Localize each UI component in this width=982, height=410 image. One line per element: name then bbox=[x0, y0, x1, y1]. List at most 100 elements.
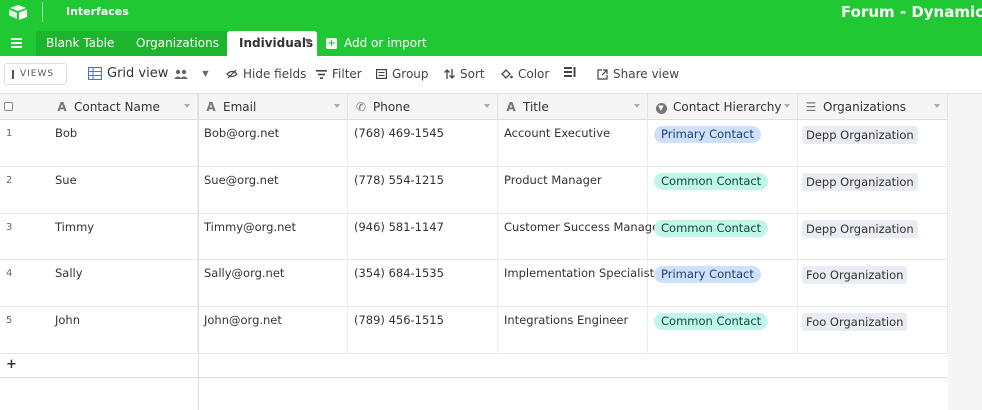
cell-hierarchy[interactable]: Primary Contact bbox=[648, 260, 798, 308]
cell-text: Sally bbox=[55, 266, 83, 281]
cell-phone[interactable]: (789) 456-1515 bbox=[348, 307, 498, 354]
collaborators-icon bbox=[174, 69, 189, 79]
linked-record-icon: ☰ bbox=[805, 99, 817, 114]
cell-title[interactable]: Account Executive bbox=[498, 120, 648, 167]
grid-view-selector[interactable]: Grid view ▼ bbox=[88, 66, 209, 81]
chevron-down-icon[interactable] bbox=[334, 104, 340, 108]
filter-label: Filter bbox=[332, 67, 362, 81]
grid-empty-area bbox=[948, 94, 982, 410]
divider bbox=[42, 2, 43, 22]
cell-title[interactable]: Product Manager bbox=[498, 166, 648, 214]
base-title[interactable]: Forum - Dynamic Sin bbox=[841, 3, 982, 21]
cell-hierarchy[interactable]: Common Contact bbox=[648, 307, 798, 354]
top-bar: Interfaces Forum - Dynamic Sin Blank Tab… bbox=[0, 0, 982, 56]
cell-email[interactable]: John@org.net bbox=[198, 307, 348, 354]
header-contact-name[interactable]: A Contact Name bbox=[0, 94, 198, 120]
hide-fields-button[interactable]: Hide fields bbox=[226, 67, 306, 81]
add-or-import-label: Add or import bbox=[344, 36, 427, 50]
cell-name[interactable]: Bob bbox=[0, 120, 198, 167]
cell-name[interactable]: Sue bbox=[0, 166, 198, 214]
airtable-logo-icon[interactable] bbox=[8, 4, 28, 20]
color-button[interactable]: Color bbox=[501, 67, 549, 81]
tab-individuals[interactable]: Individuals bbox=[227, 31, 317, 56]
cell-hierarchy[interactable]: Common Contact bbox=[648, 213, 798, 261]
column-header-label: Contact Hierarchy bbox=[673, 99, 782, 114]
color-label: Color bbox=[518, 67, 550, 81]
chevron-down-icon[interactable] bbox=[484, 104, 490, 108]
cell-email[interactable]: Sally@org.net bbox=[198, 260, 348, 308]
cell-org[interactable]: Depp Organization bbox=[798, 166, 948, 214]
chevron-down-icon[interactable]: ▼ bbox=[305, 37, 311, 46]
cell-name[interactable]: John bbox=[0, 307, 198, 354]
add-row-button[interactable]: + bbox=[0, 354, 948, 378]
column-header-label: Email bbox=[223, 99, 257, 114]
header-contact-hierarchy[interactable]: ▼ Contact Hierarchy bbox=[648, 94, 798, 120]
cell-org[interactable]: Depp Organization bbox=[798, 120, 948, 167]
interfaces-link[interactable]: Interfaces bbox=[66, 5, 129, 18]
filter-button[interactable]: Filter bbox=[316, 67, 362, 81]
tab-blank-table[interactable]: Blank Table bbox=[36, 31, 125, 56]
header-email[interactable]: A Email bbox=[198, 94, 348, 120]
cell-text: (768) 469-1545 bbox=[354, 126, 444, 140]
cell-hierarchy[interactable]: Common Contact bbox=[648, 166, 798, 214]
header-title[interactable]: A Title bbox=[498, 94, 648, 120]
cell-text: Implementation Specialist bbox=[504, 266, 655, 281]
cell-text: Bob@org.net bbox=[204, 126, 280, 140]
header-phone[interactable]: ✆ Phone bbox=[348, 94, 498, 120]
cell-org[interactable]: Depp Organization bbox=[798, 213, 948, 261]
phone-icon: ✆ bbox=[355, 99, 367, 114]
sort-button[interactable]: Sort bbox=[444, 67, 485, 81]
add-or-import-button[interactable]: + Add or import bbox=[326, 36, 427, 50]
cell-text: (778) 554-1215 bbox=[354, 172, 444, 187]
select-all-checkbox[interactable] bbox=[4, 102, 13, 111]
cell-name[interactable]: Timmy bbox=[0, 213, 198, 261]
chevron-down-icon[interactable] bbox=[934, 104, 940, 108]
plus-icon: + bbox=[326, 37, 337, 49]
header-organizations[interactable]: ☰ Organizations bbox=[798, 94, 948, 120]
cell-email[interactable]: Bob@org.net bbox=[198, 120, 348, 167]
cell-org[interactable]: Foo Organization bbox=[798, 260, 948, 308]
cell-title[interactable]: Customer Success Manager bbox=[498, 213, 664, 261]
linked-record-chip: Depp Organization bbox=[802, 219, 918, 238]
cell-text: Product Manager bbox=[504, 172, 602, 187]
chevron-down-icon[interactable] bbox=[784, 104, 790, 108]
cell-name[interactable]: Sally bbox=[0, 260, 198, 308]
plus-icon: + bbox=[6, 357, 17, 372]
sort-icon bbox=[444, 69, 455, 79]
hierarchy-pill: Common Contact bbox=[654, 313, 769, 331]
chevron-down-icon[interactable] bbox=[634, 104, 640, 108]
cell-text: (789) 456-1515 bbox=[354, 313, 444, 328]
hierarchy-pill: Primary Contact bbox=[654, 266, 761, 284]
cell-phone[interactable]: (354) 684-1535 bbox=[348, 260, 498, 308]
frozen-column-divider bbox=[198, 94, 199, 410]
views-icon bbox=[12, 69, 14, 79]
paint-bucket-icon bbox=[501, 68, 513, 79]
hierarchy-pill: Primary Contact bbox=[654, 126, 761, 143]
cell-phone[interactable]: (946) 581-1147 bbox=[348, 213, 498, 261]
hide-fields-label: Hide fields bbox=[243, 67, 307, 81]
hierarchy-pill: Common Contact bbox=[654, 219, 769, 237]
cell-title[interactable]: Implementation Specialist bbox=[498, 260, 654, 308]
column-header-label: Contact Name bbox=[74, 99, 160, 114]
grid-view-label: Grid view bbox=[107, 66, 169, 81]
cell-org[interactable]: Foo Organization bbox=[798, 307, 948, 354]
cell-phone[interactable]: (768) 469-1545 bbox=[348, 120, 498, 167]
share-view-label: Share view bbox=[613, 67, 680, 81]
chevron-down-icon[interactable] bbox=[184, 104, 190, 108]
row-height-button[interactable] bbox=[564, 67, 581, 77]
hamburger-menu-icon[interactable] bbox=[11, 38, 22, 48]
group-label: Group bbox=[392, 67, 429, 81]
share-view-button[interactable]: Share view bbox=[597, 67, 679, 81]
cell-title[interactable]: Integrations Engineer bbox=[498, 307, 648, 354]
filter-icon bbox=[316, 69, 327, 79]
cell-email[interactable]: Sue@org.net bbox=[198, 166, 348, 214]
cell-email[interactable]: Timmy@org.net bbox=[198, 213, 348, 261]
hierarchy-pill: Common Contact bbox=[654, 172, 769, 190]
views-button[interactable]: VIEWS bbox=[4, 63, 67, 85]
tab-organizations[interactable]: Organizations bbox=[122, 31, 233, 56]
cell-hierarchy[interactable]: Primary Contact bbox=[648, 120, 798, 167]
share-icon bbox=[597, 68, 608, 80]
group-button[interactable]: Group bbox=[376, 67, 429, 81]
grid-view-icon bbox=[88, 67, 102, 80]
cell-phone[interactable]: (778) 554-1215 bbox=[348, 166, 498, 214]
